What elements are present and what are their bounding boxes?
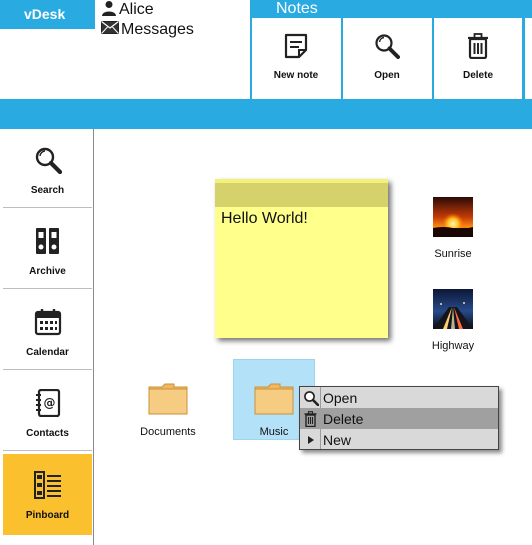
folder-label: Documents [140,426,196,438]
image-label: Sunrise [434,248,472,260]
ribbon-title: Notes [250,0,532,18]
context-menu-label: New [323,431,352,448]
note-icon [284,32,308,60]
image-highway[interactable]: Highway [423,289,483,352]
sunrise-thumbnail [433,197,473,242]
new-note-label: New note [273,70,319,81]
sticky-note-header[interactable] [215,179,388,207]
messages-label: Messages [121,21,194,38]
context-menu-label: Open [323,389,358,406]
envelope-icon [101,21,121,39]
highway-thumbnail [433,289,473,334]
arrow-right-icon [300,429,321,450]
search-icon [300,387,321,408]
sidebar-item-label: Search [30,185,65,196]
ribbon-divider [522,18,525,99]
delete-button[interactable]: Delete [432,18,522,99]
sidebar-item-label: Calendar [26,347,69,358]
folder-documents[interactable]: Documents [133,383,203,438]
sidebar: Search Archive Calendar @ Contacts Pinbo… [0,129,94,545]
messages-link[interactable]: Messages [101,20,194,40]
context-menu-label: Delete [323,410,364,427]
delete-label: Delete [462,70,493,81]
user-icon [101,0,119,21]
context-menu-open[interactable]: Open [300,387,498,408]
sidebar-item-pinboard[interactable]: Pinboard [3,454,92,535]
sidebar-item-calendar[interactable]: Calendar [3,291,92,370]
user-block: Alice Messages [101,0,194,40]
calendar-icon [34,307,62,337]
open-button[interactable]: Open [341,18,431,99]
search-icon [374,32,400,60]
context-menu-delete[interactable]: Delete [300,408,498,429]
image-label: Highway [431,340,475,352]
context-menu-new[interactable]: New [300,429,498,450]
binders-icon [35,226,61,256]
sidebar-item-contacts[interactable]: @ Contacts [3,372,92,451]
user-name: Alice [119,1,154,18]
trash-icon [300,408,321,429]
sidebar-item-label: Contacts [26,428,69,439]
toolbar-band [0,99,532,129]
sidebar-item-archive[interactable]: Archive [3,210,92,289]
sticky-note-text[interactable]: Hello World! [221,210,308,228]
folder-icon [254,383,294,420]
image-sunrise[interactable]: Sunrise [423,197,483,260]
open-label: Open [374,70,400,81]
sidebar-item-label: Pinboard [25,510,70,521]
sticky-note[interactable]: Hello World! [215,179,388,338]
context-menu: Open Delete New [299,386,499,450]
pinboard-icon [33,470,62,500]
trash-icon [467,32,489,60]
app-brand: vDesk [0,0,95,29]
folder-icon [148,383,188,420]
sidebar-item-search[interactable]: Search [3,129,92,208]
sidebar-item-label: Archive [29,266,66,277]
folder-label: Music [259,426,289,438]
svg-text:@: @ [43,396,55,410]
search-icon [34,145,62,175]
user-menu[interactable]: Alice [101,0,194,20]
new-note-button[interactable]: New note [250,18,340,99]
address-book-icon: @ [35,388,61,418]
